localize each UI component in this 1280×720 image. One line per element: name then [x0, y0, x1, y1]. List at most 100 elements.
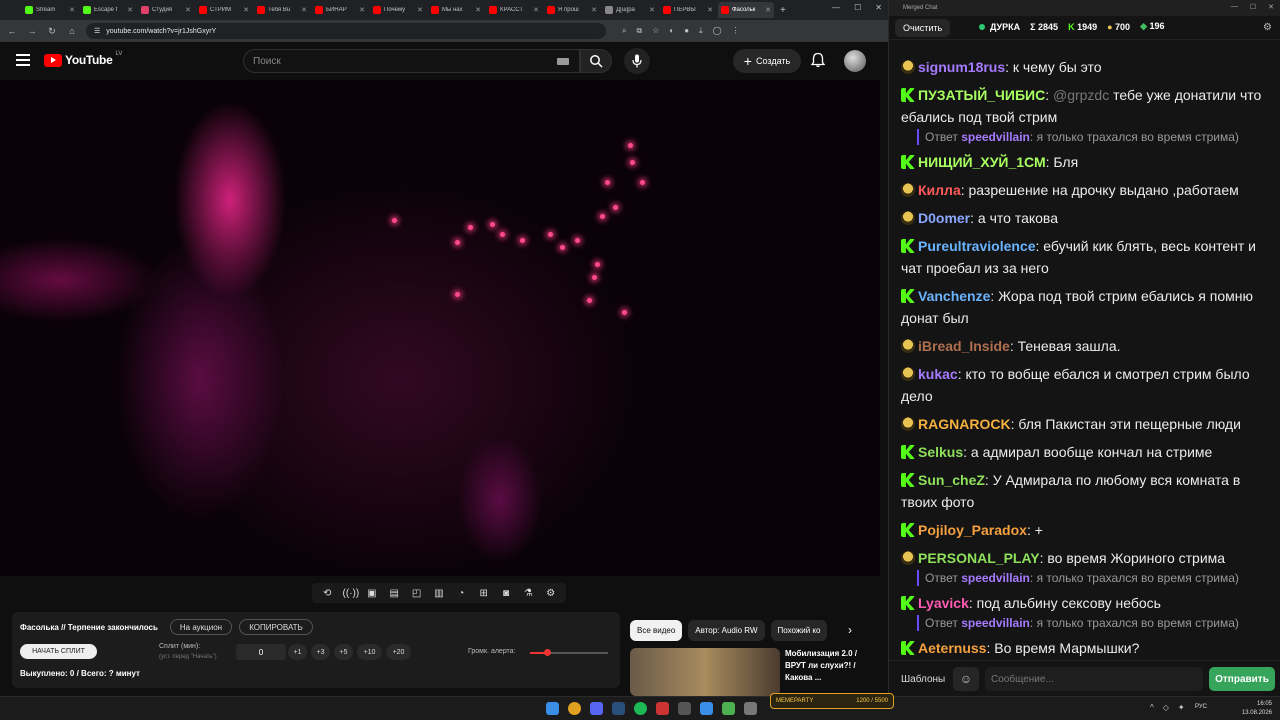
minimize-icon[interactable]: — [1231, 3, 1238, 11]
back-icon[interactable]: ← [6, 26, 18, 36]
filter-chip[interactable]: Похожий ко [770, 620, 828, 641]
split-minutes-input[interactable]: 0 [236, 644, 286, 660]
increment-button[interactable]: +1 [288, 644, 307, 660]
search-input[interactable]: Поиск [243, 49, 580, 73]
keyboard-icon[interactable] [557, 58, 569, 65]
network-icon[interactable]: ◇ [1163, 703, 1169, 712]
increment-button[interactable]: +20 [386, 644, 411, 660]
video-player[interactable] [0, 80, 880, 576]
browser-tab[interactable]: Студия ✕ [138, 2, 194, 18]
create-button[interactable]: + Создать [733, 49, 801, 73]
close-tab-icon[interactable]: ✕ [69, 6, 75, 14]
close-tab-icon[interactable]: ✕ [417, 6, 423, 14]
close-tab-icon[interactable]: ✕ [359, 6, 365, 14]
user-avatar[interactable] [844, 50, 866, 72]
screenshot-icon[interactable]: ▣ [365, 588, 379, 599]
chevron-up-icon[interactable]: ^ [1150, 703, 1154, 712]
notifications-button[interactable] [810, 52, 826, 73]
loop-icon[interactable]: ⟲ [320, 588, 334, 599]
steam-icon[interactable] [612, 702, 625, 715]
reply-username[interactable]: speedvillain [961, 616, 1030, 630]
chat-mention[interactable]: @grpzdc [1053, 87, 1109, 103]
chat-username[interactable]: signum18rus [918, 59, 1005, 75]
maximize-icon[interactable]: ☐ [854, 3, 861, 12]
clear-chat-button[interactable]: Очистить [895, 18, 951, 37]
start-icon[interactable] [546, 702, 559, 715]
camera-icon[interactable]: ◙ [499, 588, 513, 599]
chat-username[interactable]: D0omer [918, 210, 970, 226]
audio-icon[interactable]: ((·)) [343, 588, 360, 599]
speed-icon[interactable]: ◔ [454, 588, 468, 599]
maximize-icon[interactable]: ☐ [1250, 3, 1256, 11]
close-tab-icon[interactable]: ✕ [533, 6, 539, 14]
extension-icon[interactable]: ◐ [669, 26, 674, 36]
chrome-icon[interactable] [568, 702, 581, 715]
browser-tab[interactable]: Тебя Bu ✕ [254, 2, 310, 18]
templates-button[interactable]: Шаблоны [895, 669, 951, 689]
browser-tab[interactable]: Мы нах ✕ [428, 2, 484, 18]
zoom-icon[interactable]: ⌕ [622, 26, 626, 36]
close-tab-icon[interactable]: ✕ [591, 6, 597, 14]
chat-username[interactable]: RAGNAROCK [918, 416, 1011, 432]
recommended-thumbnail[interactable] [630, 648, 780, 696]
close-tab-icon[interactable]: ✕ [243, 6, 249, 14]
download-icon[interactable]: ⤓ [699, 26, 703, 36]
add-icon[interactable]: ⊞ [477, 588, 491, 599]
increment-button[interactable]: +10 [357, 644, 382, 660]
chat-username[interactable]: PERSONAL_PLAY [918, 550, 1040, 566]
chat-username[interactable]: Sun_cheZ [918, 472, 985, 488]
browser-tab[interactable]: СТРИМ ✕ [196, 2, 252, 18]
emoji-button[interactable]: ☺ [953, 667, 979, 691]
app-icon[interactable] [744, 702, 757, 715]
chat-username[interactable]: Aeternuss [918, 640, 986, 656]
increment-button[interactable]: +5 [334, 644, 353, 660]
chat-username[interactable]: ПУЗАТЫЙ_ЧИБИС [918, 87, 1045, 103]
chat-username[interactable]: Vanchenze [918, 288, 990, 304]
browser-tab[interactable]: Фасольк ✕ [718, 2, 774, 18]
profile-icon[interactable]: ◯ [713, 26, 722, 36]
chat-username[interactable]: НИЩИЙ_ХУЙ_1СМ [918, 154, 1046, 170]
chevron-right-icon[interactable]: › [848, 623, 852, 637]
browser-tab[interactable]: Escape f ✕ [80, 2, 136, 18]
youtube-logo[interactable]: YouTube LV [44, 51, 122, 67]
browser-tab[interactable]: Stream ✕ [22, 2, 78, 18]
language-indicator[interactable]: РУС [1195, 704, 1207, 710]
hamburger-menu-icon[interactable] [16, 54, 30, 66]
browser-tab[interactable]: Д[ш]ра ✕ [602, 2, 658, 18]
alert-volume-slider[interactable] [530, 649, 608, 656]
clock[interactable]: 16:05 13.08.2026 [1242, 700, 1272, 718]
theater-icon[interactable]: ▥ [432, 588, 446, 599]
frame-icon[interactable]: ◰ [410, 588, 424, 599]
start-split-button[interactable]: НАЧАТЬ СПЛИТ [20, 644, 97, 659]
site-info-icon[interactable]: ☰ [94, 27, 100, 35]
chat-username[interactable]: Килла [918, 182, 961, 198]
chat-username[interactable]: iBread_Inside [918, 338, 1010, 354]
minimize-icon[interactable]: — [832, 3, 840, 12]
close-tab-icon[interactable]: ✕ [475, 6, 481, 14]
app-icon[interactable] [722, 702, 735, 715]
extension-icon[interactable]: ● [684, 26, 689, 36]
bookmark-star-icon[interactable]: ☆ [652, 26, 659, 36]
send-button[interactable]: Отправить [1209, 667, 1275, 691]
chat-username[interactable]: kukac [918, 366, 958, 382]
url-bar[interactable]: ☰ youtube.com/watch?v=jr1JshGxyrY [86, 23, 606, 39]
obs-icon[interactable] [656, 702, 669, 715]
browser-tab[interactable]: Почему ✕ [370, 2, 426, 18]
gear-icon[interactable]: ⚙ [1263, 22, 1272, 33]
reply-username[interactable]: speedvillain [961, 571, 1030, 585]
gear-icon[interactable]: ⚙ [544, 588, 558, 599]
auction-button[interactable]: На аукцион [170, 619, 232, 635]
recommended-title[interactable]: Мобилизация 2.0 / ВРУТ ли слухи?! / Како… [785, 648, 875, 684]
reload-icon[interactable]: ↻ [46, 26, 58, 37]
voice-search-button[interactable] [624, 48, 650, 74]
clip-icon[interactable]: ▤ [387, 588, 401, 599]
chat-username[interactable]: Pureultraviolence [918, 238, 1036, 254]
discord-icon[interactable] [590, 702, 603, 715]
browser-menu-icon[interactable]: ⋮ [732, 26, 740, 36]
bluetooth-icon[interactable]: ✦ [1178, 703, 1185, 712]
browser-tab[interactable]: ПЕРВЫ ✕ [660, 2, 716, 18]
telegram-icon[interactable] [700, 702, 713, 715]
browser-tab[interactable]: Я прош ✕ [544, 2, 600, 18]
chat-username[interactable]: Selkus [918, 444, 963, 460]
copy-button[interactable]: КОПИРОВАТЬ [239, 619, 313, 635]
